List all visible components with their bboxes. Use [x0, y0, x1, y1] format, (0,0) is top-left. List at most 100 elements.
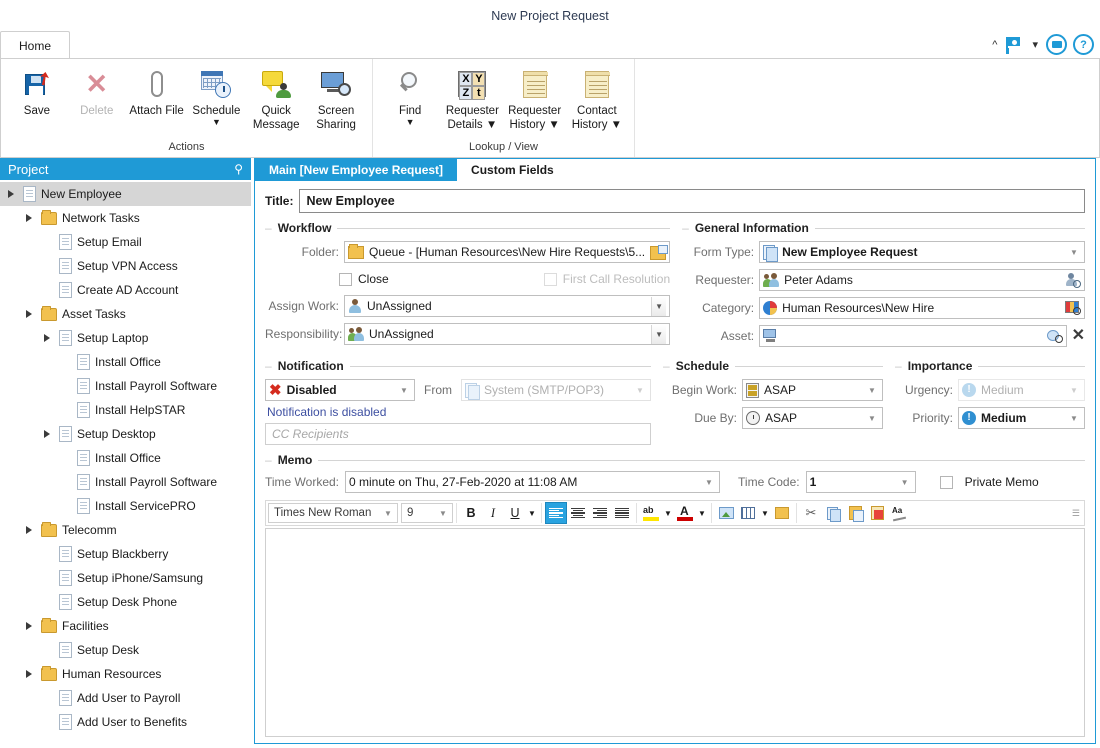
- find-button[interactable]: Find ▼: [379, 63, 441, 127]
- tree-item[interactable]: Install Office: [0, 350, 251, 374]
- tree-item[interactable]: Setup Laptop: [0, 326, 251, 350]
- tree-item[interactable]: Asset Tasks: [0, 302, 251, 326]
- bold-button[interactable]: B: [460, 502, 482, 524]
- tree-item[interactable]: Add User to Payroll: [0, 686, 251, 710]
- requester-field[interactable]: Peter Adams: [759, 269, 1085, 291]
- expander-triangle-icon[interactable]: [22, 670, 36, 678]
- tree-item[interactable]: Create AD Account: [0, 278, 251, 302]
- tree-item[interactable]: Install Office: [0, 446, 251, 470]
- chevron-down-icon[interactable]: ▼: [651, 297, 666, 316]
- expander-triangle-icon[interactable]: [22, 214, 36, 222]
- notification-from-select[interactable]: System (SMTP/POP3) ▼: [461, 379, 651, 401]
- tab-main[interactable]: Main [New Employee Request]: [255, 159, 457, 181]
- expander-triangle-icon[interactable]: [22, 526, 36, 534]
- text-highlight-button[interactable]: ab: [640, 502, 662, 524]
- chevron-down-icon[interactable]: ▼: [526, 502, 538, 524]
- tree-item[interactable]: Telecomm: [0, 518, 251, 542]
- notification-status-select[interactable]: ✖ Disabled ▼: [265, 379, 415, 401]
- tree-item[interactable]: Install ServicePRO: [0, 494, 251, 518]
- clear-x-icon[interactable]: ✕: [1072, 328, 1085, 344]
- insert-image-button[interactable]: [715, 502, 737, 524]
- first-call-resolution-checkbox[interactable]: [544, 273, 557, 286]
- private-memo-checkbox[interactable]: [940, 476, 953, 489]
- cut-button[interactable]: ✂: [800, 502, 822, 524]
- priority-select[interactable]: ! Medium ▼: [958, 407, 1085, 429]
- align-right-button[interactable]: [589, 502, 611, 524]
- insert-table-button[interactable]: [737, 502, 759, 524]
- tab-custom-fields[interactable]: Custom Fields: [457, 159, 568, 181]
- chevron-down-icon[interactable]: ▼: [865, 386, 879, 395]
- category-search-icon[interactable]: [1065, 301, 1081, 315]
- chevron-down-icon[interactable]: ▼: [898, 478, 912, 487]
- chevron-down-icon[interactable]: ▼: [436, 509, 450, 518]
- paste-text-button[interactable]: [866, 502, 888, 524]
- expander-triangle-icon[interactable]: [40, 334, 54, 342]
- tree-item[interactable]: New Employee: [0, 182, 251, 206]
- close-checkbox[interactable]: [339, 273, 352, 286]
- responsibility-select[interactable]: UnAssigned ▼: [344, 323, 670, 345]
- tree-item[interactable]: Network Tasks: [0, 206, 251, 230]
- asset-search-icon[interactable]: [1047, 329, 1063, 343]
- folder-field[interactable]: Queue - [Human Resources\New Hire Reques…: [344, 241, 670, 263]
- font-size-select[interactable]: 9 ▼: [401, 503, 453, 523]
- attach-file-button[interactable]: Attach File: [127, 63, 187, 118]
- flag-callout-icon[interactable]: [1005, 36, 1024, 54]
- expander-triangle-icon[interactable]: [40, 430, 54, 438]
- urgency-select[interactable]: ! Medium ▼: [958, 379, 1085, 401]
- chevron-down-icon[interactable]: ▼: [651, 325, 666, 344]
- tree-item[interactable]: Setup Desk: [0, 638, 251, 662]
- requester-history-button[interactable]: Requester History ▼: [504, 63, 566, 132]
- align-left-button[interactable]: [545, 502, 567, 524]
- chevron-down-icon[interactable]: ▼: [633, 386, 647, 395]
- italic-button[interactable]: I: [482, 502, 504, 524]
- spellcheck-button[interactable]: Aa: [888, 502, 910, 524]
- title-input[interactable]: New Employee: [299, 189, 1085, 213]
- align-justify-button[interactable]: [611, 502, 633, 524]
- underline-button[interactable]: U: [504, 502, 526, 524]
- tree-item[interactable]: Install HelpSTAR: [0, 398, 251, 422]
- form-type-select[interactable]: New Employee Request ▼: [759, 241, 1085, 263]
- person-search-icon[interactable]: [1066, 273, 1081, 288]
- screen-sharing-button[interactable]: Screen Sharing: [306, 63, 366, 132]
- chevron-down-icon[interactable]: ▼: [1067, 414, 1081, 423]
- folder-browse-icon[interactable]: [650, 245, 666, 259]
- chevron-down-icon[interactable]: ▾: [1030, 38, 1040, 51]
- save-button[interactable]: ➚ Save: [7, 63, 67, 118]
- contact-history-button[interactable]: Contact History ▼: [566, 63, 628, 132]
- chevron-down-icon[interactable]: ▼: [397, 386, 411, 395]
- chevron-down-icon[interactable]: ▼: [702, 478, 716, 487]
- tree-item[interactable]: Setup Desktop: [0, 422, 251, 446]
- ribbon-tab-home[interactable]: Home: [0, 31, 70, 59]
- chevron-down-icon[interactable]: ▼: [406, 118, 415, 127]
- toolbar-resize-grip[interactable]: ☰: [1072, 508, 1082, 519]
- quick-message-button[interactable]: Quick Message: [246, 63, 306, 132]
- memo-text-area[interactable]: [265, 528, 1085, 737]
- category-field[interactable]: Human Resources\New Hire: [759, 297, 1085, 319]
- chevron-down-icon[interactable]: ▼: [696, 502, 708, 524]
- begin-work-select[interactable]: ASAP ▼: [742, 379, 883, 401]
- font-color-button[interactable]: A: [674, 502, 696, 524]
- chevron-down-icon[interactable]: ▼: [1067, 248, 1081, 257]
- expander-triangle-icon[interactable]: [22, 622, 36, 630]
- expander-triangle-icon[interactable]: [4, 190, 18, 198]
- tree-item[interactable]: Setup Email: [0, 230, 251, 254]
- due-by-select[interactable]: ASAP ▼: [742, 407, 883, 429]
- copy-button[interactable]: [822, 502, 844, 524]
- time-code-select[interactable]: 1 ▼: [806, 471, 916, 493]
- chevron-down-icon[interactable]: ▼: [662, 502, 674, 524]
- tree-item[interactable]: Install Payroll Software: [0, 470, 251, 494]
- font-family-select[interactable]: Times New Roman ▼: [268, 503, 398, 523]
- tree-item[interactable]: Add User to Benefits: [0, 710, 251, 734]
- video-camera-icon[interactable]: [1046, 34, 1067, 55]
- align-center-button[interactable]: [567, 502, 589, 524]
- requester-details-button[interactable]: XYZt Requester Details ▼: [441, 63, 503, 132]
- chevron-down-icon[interactable]: ▼: [759, 502, 771, 524]
- time-worked-select[interactable]: 0 minute on Thu, 27-Feb-2020 at 11:08 AM…: [345, 471, 720, 493]
- pin-icon[interactable]: ⚲: [234, 162, 243, 176]
- chevron-down-icon[interactable]: ▼: [381, 509, 395, 518]
- insert-note-button[interactable]: [771, 502, 793, 524]
- schedule-button[interactable]: Schedule ▼: [186, 63, 246, 127]
- expander-triangle-icon[interactable]: [22, 310, 36, 318]
- tree-item[interactable]: Setup Desk Phone: [0, 590, 251, 614]
- chevron-down-icon[interactable]: ▼: [865, 414, 879, 423]
